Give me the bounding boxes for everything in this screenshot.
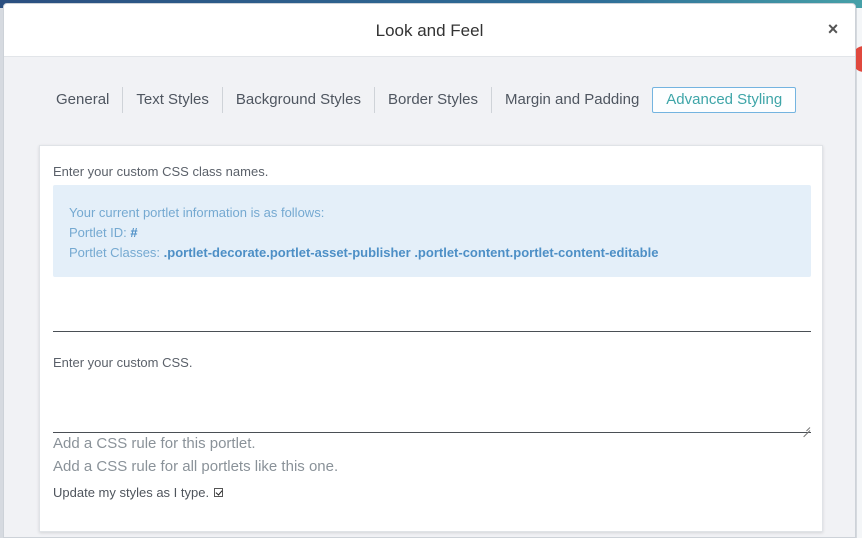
look-and-feel-dialog: Look and Feel × General Text Styles Back… xyxy=(3,3,856,538)
update-styles-label: Update my styles as I type. xyxy=(53,485,210,500)
portlet-classes-label: Portlet Classes: xyxy=(69,245,161,260)
css-class-names-label: Enter your custom CSS class names. xyxy=(53,164,269,179)
custom-css-label: Enter your custom CSS. xyxy=(53,355,193,370)
tab-border-styles[interactable]: Border Styles xyxy=(373,87,491,113)
portlet-classes-value: .portlet-decorate.portlet-asset-publishe… xyxy=(163,245,659,260)
portlet-id-value: # xyxy=(130,225,138,240)
tab-general[interactable]: General xyxy=(43,87,122,113)
background-page-sidebar xyxy=(856,8,862,538)
custom-css-textarea[interactable] xyxy=(53,386,811,433)
add-css-rule-this-portlet-link[interactable]: Add a CSS rule for this portlet. xyxy=(53,435,256,452)
advanced-styling-panel: Enter your custom CSS class names. Your … xyxy=(39,145,823,532)
resize-grip-icon[interactable] xyxy=(802,423,810,431)
dialog-title: Look and Feel xyxy=(375,21,484,40)
update-styles-row: Update my styles as I type. xyxy=(53,485,224,500)
close-icon[interactable]: × xyxy=(825,19,841,39)
portlet-info-box: Your current portlet information is as f… xyxy=(53,185,811,277)
tab-bar: General Text Styles Background Styles Bo… xyxy=(43,86,797,114)
info-heading: Your current portlet information is as f… xyxy=(69,205,325,220)
dialog-header: Look and Feel × xyxy=(4,4,855,57)
tab-advanced-styling[interactable]: Advanced Styling xyxy=(652,87,797,113)
css-class-names-input[interactable] xyxy=(53,296,811,332)
tab-background-styles[interactable]: Background Styles xyxy=(221,87,374,113)
tab-text-styles[interactable]: Text Styles xyxy=(122,87,222,113)
portlet-id-label: Portlet ID: xyxy=(69,225,127,240)
update-styles-checkbox[interactable] xyxy=(214,488,224,497)
add-css-rule-all-portlets-link[interactable]: Add a CSS rule for all portlets like thi… xyxy=(53,458,338,475)
tab-margin-and-padding[interactable]: Margin and Padding xyxy=(491,87,639,113)
portlet-id-line: Portlet ID: # xyxy=(69,223,795,243)
portlet-classes-line: Portlet Classes: .portlet-decorate.portl… xyxy=(69,243,795,263)
